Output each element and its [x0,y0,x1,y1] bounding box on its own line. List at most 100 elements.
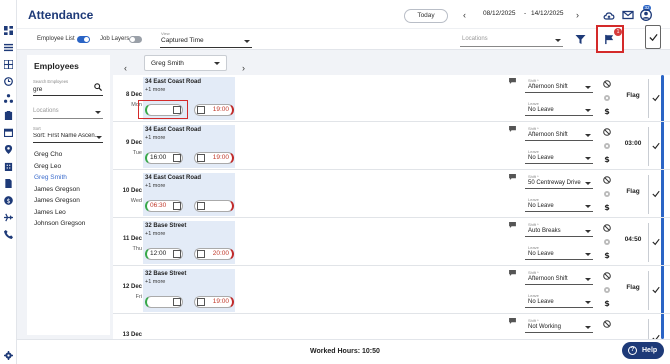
settings-icon[interactable] [603,142,611,150]
building-icon[interactable] [4,162,13,171]
prev-week-arrow-icon[interactable]: ‹ [463,10,466,20]
employee-list-item[interactable]: James Gregson [34,186,80,193]
clock-out-checkbox[interactable] [197,202,205,210]
shift-card[interactable]: 34 East Coast Road +1 more 16:00 19:00 [143,125,235,168]
comment-icon[interactable] [509,318,516,324]
no-break-icon[interactable] [603,80,611,88]
cloud-sync-icon[interactable] [603,9,615,21]
pay-dollar-icon[interactable]: $ [603,299,611,307]
approve-all-button[interactable] [645,25,661,49]
plane-icon[interactable] [4,213,13,222]
start-date-field[interactable]: 08/12/2025 [483,10,516,17]
shift-select[interactable]: Shift * Afternoon Shift [525,125,593,141]
comment-icon[interactable] [509,126,516,132]
pay-dollar-icon[interactable]: $ [603,155,611,163]
search-icon[interactable] [94,83,102,91]
approve-day-button[interactable] [648,175,662,214]
view-select[interactable]: View Captured Time [160,31,252,48]
prev-employee-arrow-icon[interactable]: ‹ [124,63,127,73]
pay-dollar-icon[interactable]: $ [603,251,611,259]
shift-card[interactable]: 32 Base Street +1 more 19:00 [143,269,235,312]
pay-dollar-icon[interactable]: $ [603,203,611,211]
no-break-icon[interactable] [603,128,611,136]
comment-icon[interactable] [509,78,516,84]
employee-list-item[interactable]: Greg Cho [34,151,62,158]
shift-select[interactable]: Shift * Afternoon Shift [525,269,593,285]
pay-dollar-icon[interactable]: $ [603,107,611,115]
clipboard-icon[interactable] [4,111,13,120]
more-locations-link[interactable]: +1 more [145,135,165,141]
approve-day-button[interactable] [648,271,662,310]
calendar-icon[interactable] [4,128,13,137]
employee-list-item[interactable]: James Leo [34,209,66,216]
document-icon[interactable] [4,179,13,188]
approve-day-button[interactable] [648,127,662,166]
no-break-icon[interactable] [603,272,611,280]
leave-select[interactable]: Leave No Leave [525,292,593,308]
clock-in-checkbox[interactable] [173,298,181,306]
clock-out-checkbox[interactable] [197,298,205,306]
phone-icon[interactable] [4,230,13,239]
employee-list-item-selected[interactable]: Greg Smith [34,174,67,181]
employee-locations-select[interactable]: Locations [33,106,103,119]
leave-select[interactable]: Leave No Leave [525,100,593,116]
leave-select[interactable]: Leave No Leave [525,244,593,260]
settings-icon[interactable] [603,190,611,198]
flagged-filter-button[interactable]: 1 [596,25,624,53]
user-account-icon[interactable] [640,9,652,21]
leave-select[interactable]: Leave No Leave [525,148,593,164]
approve-day-button[interactable] [648,223,662,262]
employee-sort-select[interactable]: Sort Sort: First Name Ascen... [33,126,103,143]
locations-filter-select[interactable]: Locations [460,34,563,47]
today-button[interactable]: Today [404,9,448,23]
settings-icon[interactable] [603,286,611,294]
end-date-field[interactable]: 14/12/2025 [531,10,564,17]
filter-icon[interactable] [575,34,586,45]
clock-in-checkbox[interactable] [173,154,181,162]
employee-list-item[interactable]: James Gregson [34,197,80,204]
location-pin-icon[interactable] [4,145,13,154]
clock-in-checkbox[interactable] [173,202,181,210]
dashboard-icon[interactable] [4,26,13,35]
next-employee-arrow-icon[interactable]: › [242,63,245,73]
employee-list-toggle[interactable] [77,36,90,43]
shift-select[interactable]: Shift * Auto Breaks [525,221,593,237]
next-week-arrow-icon[interactable]: › [576,10,579,20]
comment-icon[interactable] [509,270,516,276]
shift-card[interactable]: 34 East Coast Road +1 more 06:30 [143,173,235,216]
employee-list-item[interactable]: Johnson Gregson [34,220,85,227]
comment-icon[interactable] [509,222,516,228]
more-locations-link[interactable]: +1 more [145,231,165,237]
dollar-icon[interactable]: $ [4,196,13,205]
settings-icon[interactable] [603,94,611,102]
clock-out-checkbox[interactable] [197,106,205,114]
settings-gear-icon[interactable] [4,351,13,360]
mail-icon[interactable] [622,9,634,21]
approve-day-button[interactable] [648,319,662,339]
comment-icon[interactable] [509,174,516,180]
org-chart-icon[interactable] [4,94,13,103]
shift-card[interactable]: 32 Base Street +1 more 12:00 20:00 [143,221,235,264]
clock-icon[interactable] [4,77,13,86]
clock-in-checkbox[interactable] [173,250,181,258]
more-locations-link[interactable]: +1 more [145,183,165,189]
help-button[interactable]: ? Help [622,342,664,359]
more-locations-link[interactable]: +1 more [145,279,165,285]
shift-select[interactable]: Shift * 50 Centreway Drive [525,173,593,189]
employee-search-input[interactable]: Search Employees gre [33,79,103,96]
grid-icon[interactable] [4,60,13,69]
clock-out-checkbox[interactable] [197,154,205,162]
settings-icon[interactable] [603,238,611,246]
no-break-icon[interactable] [603,176,611,184]
list-icon[interactable] [4,43,13,52]
leave-select[interactable]: Leave No Leave [525,196,593,212]
shift-select[interactable]: Shift * Afternoon Shift [525,77,593,93]
shift-select[interactable]: Shift * Not Working [525,317,593,333]
no-break-icon[interactable] [603,224,611,232]
employee-select[interactable]: Greg Smith [144,55,227,71]
approve-day-button[interactable] [648,79,662,118]
employee-list-item[interactable]: Greg Leo [34,163,61,170]
clock-out-checkbox[interactable] [197,250,205,258]
job-layers-toggle[interactable] [129,36,142,43]
no-break-icon[interactable] [603,320,611,328]
